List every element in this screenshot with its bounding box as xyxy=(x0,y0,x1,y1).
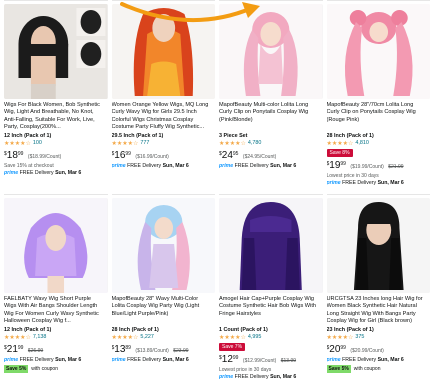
wig-blue-pink-image[interactable] xyxy=(111,198,215,293)
price: $1699 ($16.99/Count) xyxy=(111,149,169,161)
prime-delivery: prime FREE Delivery Sun, Mar 6 xyxy=(219,162,297,169)
product-variant: 1 Count (Pack of 1) xyxy=(219,326,268,333)
product-variant: 12 Inch (Pack of 1) xyxy=(4,326,52,333)
coupon-badge: Save 5% xyxy=(4,364,29,373)
price: $1999 ($19.99/Count) $21.99 xyxy=(326,159,404,171)
product-title[interactable]: FAELBATY Wavy Wig Short Purple Wigs With… xyxy=(4,296,108,326)
product-title[interactable]: Amogel Hair Cap+Purple Cosplay Wig Costu… xyxy=(219,296,323,326)
product-card[interactable]: Amogel Hair Cap+Purple Cosplay Wig Costu… xyxy=(219,194,323,382)
product-title[interactable]: Wigs For Black Women, Bob Synthetic Wig,… xyxy=(4,102,108,132)
rating-count[interactable]: 100 xyxy=(33,140,42,146)
wig-black-long-image[interactable] xyxy=(326,198,430,293)
product-variant: 28 Inch (Pack of 1) xyxy=(326,132,374,139)
rating-count[interactable]: 4,780 xyxy=(248,140,262,146)
coupon[interactable]: Save 5% with coupon xyxy=(4,364,108,373)
prime-icon: prime xyxy=(111,162,126,169)
product-card[interactable]: MapofBeauty Multi-color Lolita Long Curl… xyxy=(219,0,323,188)
price: $1299 ($12.99/Count) $13.99 xyxy=(219,353,297,365)
rating-stars[interactable]: ★★★★☆ 4,995 xyxy=(219,334,323,341)
product-title[interactable]: MapofBeauty 28"/70cm Lolita Long Curly C… xyxy=(327,102,430,132)
product-variant: 3 Piece Set xyxy=(219,132,248,139)
star-icon: ★★★★☆ xyxy=(326,140,354,147)
price-note: Lowest price in 30 days xyxy=(219,366,272,373)
prime-icon: prime xyxy=(4,356,19,363)
product-title[interactable]: Women Orange Yellow Wigs, MQ Long Curly … xyxy=(112,102,216,132)
price: $2495 ($24.95/Count) xyxy=(219,149,277,161)
rating-count[interactable]: 4,995 xyxy=(248,334,262,340)
product-grid: Wigs For Black Women, Bob Synthetic Wig,… xyxy=(4,0,430,382)
price: $1899 ($18.99/Count) xyxy=(4,149,62,161)
product-card[interactable]: URCGTSA 23 Inches long Hair Wig for Wome… xyxy=(326,194,430,382)
product-card[interactable]: MapofBeauty 28"/70cm Lolita Long Curly C… xyxy=(326,0,430,188)
product-card[interactable]: FAELBATY Wavy Wig Short Purple Wigs With… xyxy=(4,194,108,382)
prime-delivery: prime FREE Delivery Sun, Mar 6 xyxy=(326,179,404,186)
product-title[interactable]: URCGTSA 23 Inches long Hair Wig for Wome… xyxy=(327,296,430,326)
rating-count[interactable]: 7,138 xyxy=(33,334,47,340)
prime-delivery: prime FREE Delivery Sun, Mar 6 xyxy=(219,373,297,380)
prime-icon: prime xyxy=(219,373,234,380)
price: $2199 $26.99 xyxy=(4,343,44,355)
prime-delivery: prime FREE Delivery Sun, Mar 6 xyxy=(111,162,189,169)
rating-count[interactable]: 4,810 xyxy=(355,140,369,146)
product-card[interactable]: Women Orange Yellow Wigs, MQ Long Curly … xyxy=(111,0,216,188)
price: $1389 ($13.89/Count) $23.99 xyxy=(111,343,189,355)
wig-black-bob-image[interactable] xyxy=(4,4,108,99)
product-variant: 28 Inch (Pack of 1) xyxy=(111,326,159,333)
prime-icon: prime xyxy=(4,169,19,176)
wig-purple-bob-image[interactable] xyxy=(219,198,323,293)
rating-stars[interactable]: ★★★★☆ 777 xyxy=(112,140,216,147)
wig-pink-lolita-image[interactable] xyxy=(219,4,323,99)
price: $2099 ($20.99/Count) xyxy=(326,343,384,355)
prime-icon: prime xyxy=(219,162,234,169)
prime-icon: prime xyxy=(326,179,341,186)
rating-stars[interactable]: ★★★★☆ 5,227 xyxy=(112,334,216,341)
coupon[interactable]: Save 5% with coupon xyxy=(326,364,430,373)
prime-delivery: prime FREE Delivery Sun, Mar 6 xyxy=(4,356,82,363)
wig-rose-pink-ponytail-image[interactable] xyxy=(326,4,430,99)
rating-count[interactable]: 375 xyxy=(355,334,364,340)
rating-stars[interactable]: ★★★★☆ 7,138 xyxy=(4,334,108,341)
product-title[interactable]: MapofBeauty Multi-color Lolita Long Curl… xyxy=(219,102,323,132)
product-variant: 29.5 Inch (Pack of 1) xyxy=(111,132,164,139)
rating-stars[interactable]: ★★★★☆ 4,810 xyxy=(327,140,430,147)
rating-stars[interactable]: ★★★★☆ 4,780 xyxy=(219,140,323,147)
rating-count[interactable]: 777 xyxy=(140,140,149,146)
rating-count[interactable]: 5,227 xyxy=(140,334,154,340)
rating-stars[interactable]: ★★★★☆ 100 xyxy=(4,140,108,147)
product-title[interactable]: MapofBeauty 28" Wavy Multi-Color Lolita … xyxy=(112,296,216,326)
coupon-badge: Save 5% xyxy=(326,364,351,373)
wig-orange-ombre-image[interactable] xyxy=(111,4,215,99)
wig-purple-wavy-image[interactable] xyxy=(4,198,108,293)
product-card[interactable]: Wigs For Black Women, Bob Synthetic Wig,… xyxy=(4,0,108,188)
price-note: Lowest price in 30 days xyxy=(326,172,379,179)
rating-stars[interactable]: ★★★★☆ 375 xyxy=(327,334,430,341)
product-card[interactable]: MapofBeauty 28" Wavy Multi-Color Lolita … xyxy=(111,194,216,382)
prime-delivery: prime FREE Delivery Sun, Mar 6 xyxy=(4,169,82,176)
star-icon: ★★★★☆ xyxy=(219,334,246,341)
prime-delivery: prime FREE Delivery Sun, Mar 6 xyxy=(326,356,404,363)
product-variant: 12 Inch (Pack of 1) xyxy=(4,132,52,139)
product-variant: 23 Inch (Pack of 1) xyxy=(326,326,374,333)
prime-icon: prime xyxy=(111,356,126,363)
prime-delivery: prime FREE Delivery Sun, Mar 6 xyxy=(111,356,189,363)
price-note: Save 15% at checkout xyxy=(4,162,54,169)
prime-icon: prime xyxy=(326,356,341,363)
